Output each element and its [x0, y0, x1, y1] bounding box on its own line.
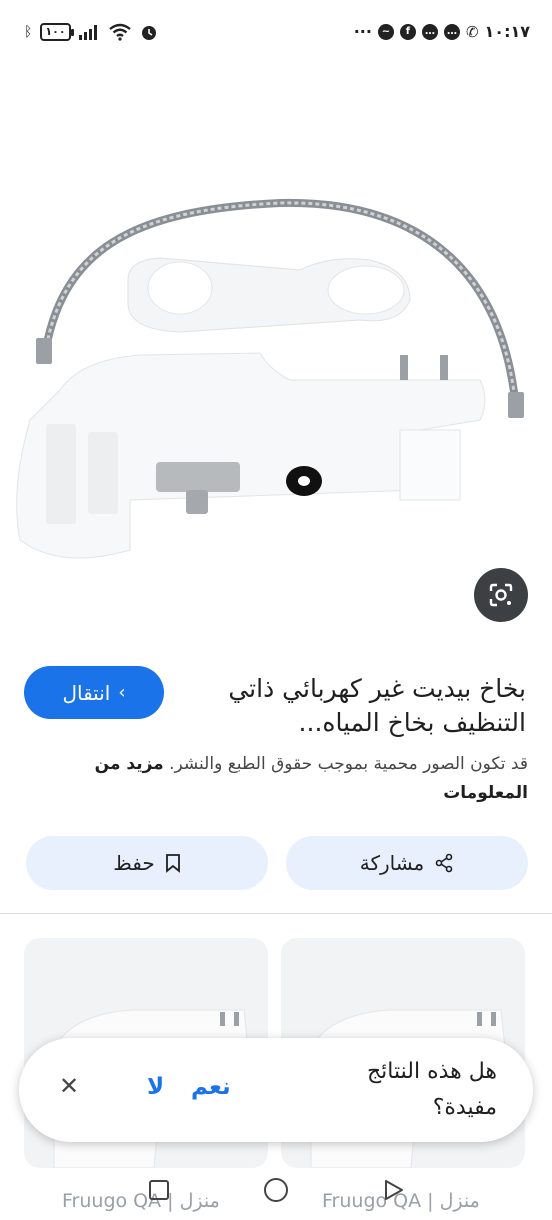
- status-bar-right: ··· ~ f … … ✆ ١٠:١٧: [354, 22, 530, 41]
- wifi-icon: [108, 23, 131, 41]
- bookmark-icon: [165, 854, 180, 873]
- recents-icon[interactable]: [148, 1179, 170, 1201]
- system-nav-bar: [0, 1170, 552, 1210]
- battery-indicator: ١٠٠: [40, 23, 74, 41]
- status-bar-left: ᛒ ١٠٠: [24, 22, 159, 42]
- home-icon[interactable]: [263, 1177, 289, 1203]
- feedback-question: هل هذه النتائج مفيدة؟: [366, 1059, 497, 1120]
- feedback-no-button[interactable]: لا: [147, 1074, 164, 1100]
- signal-icon: [78, 25, 97, 40]
- lens-search-button[interactable]: [474, 568, 528, 622]
- lens-icon: [489, 583, 513, 607]
- visit-button-label: انتقال: [62, 680, 111, 705]
- feedback-popup: هل هذه النتائج مفيدة؟ نعم لا ✕: [19, 1038, 533, 1142]
- chat-icon-2: …: [443, 23, 460, 40]
- visit-button[interactable]: انتقال ‹: [24, 666, 164, 719]
- share-label: مشاركة: [359, 851, 425, 875]
- product-image[interactable]: [0, 70, 552, 650]
- overflow-dots: ···: [353, 22, 372, 41]
- alarm-icon: [141, 26, 156, 40]
- chevron-left-icon: ‹: [118, 682, 126, 703]
- facebook-icon: f: [399, 23, 416, 40]
- missed-call-icon: ✆: [465, 22, 479, 41]
- save-button[interactable]: حفظ: [26, 836, 268, 890]
- messenger-icon: ~: [377, 23, 394, 40]
- copyright-text: قد تكون الصور محمية بموجب حقوق الطبع وال…: [169, 754, 528, 774]
- chat-icon: …: [421, 23, 438, 40]
- bluetooth-icon: ᛒ: [24, 24, 33, 40]
- save-label: حفظ: [113, 851, 155, 875]
- result-title: بخاخ بيديت غير كهربائي ذاتي التنظيف بخاخ…: [228, 674, 526, 737]
- section-divider: [0, 913, 552, 914]
- feedback-yes-button[interactable]: نعم: [191, 1074, 231, 1100]
- share-button[interactable]: مشاركة: [286, 836, 528, 890]
- clock-time: ١٠:١٧: [484, 22, 530, 41]
- back-icon[interactable]: [382, 1178, 406, 1202]
- copyright-notice: قد تكون الصور محمية بموجب حقوق الطبع وال…: [23, 750, 528, 808]
- share-icon: [435, 853, 453, 873]
- close-icon[interactable]: ✕: [59, 1072, 79, 1100]
